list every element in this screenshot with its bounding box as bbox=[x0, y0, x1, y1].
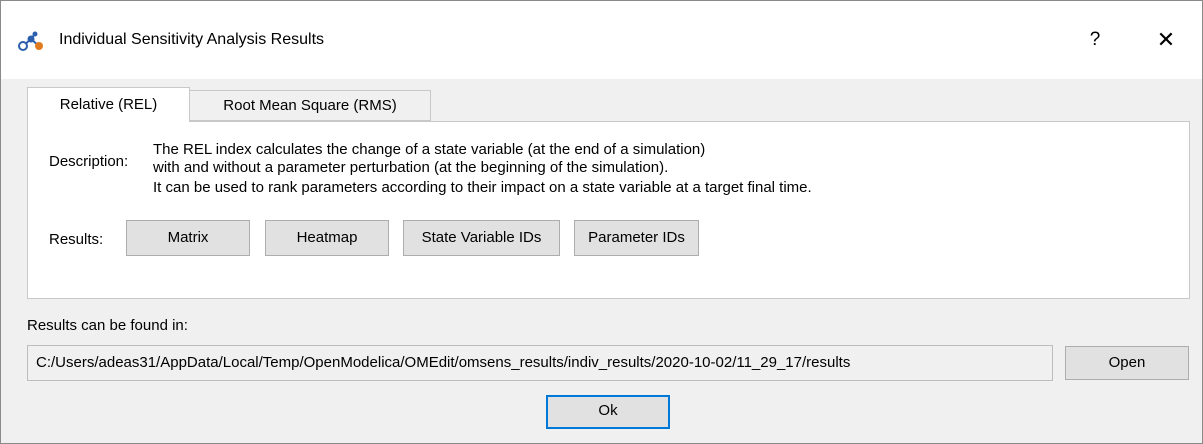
description-line: The REL index calculates the change of a… bbox=[153, 141, 706, 158]
help-button[interactable]: ? bbox=[1075, 23, 1115, 57]
results-label: Results: bbox=[49, 231, 104, 248]
results-path-field[interactable]: C:/Users/adeas31/AppData/Local/Temp/Open… bbox=[27, 345, 1053, 381]
open-button[interactable]: Open bbox=[1065, 346, 1189, 380]
description-label: Description: bbox=[49, 153, 129, 170]
description-line: It can be used to rank parameters accord… bbox=[153, 179, 812, 196]
close-button[interactable]: ✕ bbox=[1143, 23, 1189, 57]
tab-rms[interactable]: Root Mean Square (RMS) bbox=[189, 90, 431, 121]
network-nodes-icon bbox=[18, 31, 43, 51]
ok-button[interactable]: Ok bbox=[546, 395, 670, 429]
results-location-label: Results can be found in: bbox=[27, 317, 188, 334]
title-bar: Individual Sensitivity Analysis Results … bbox=[1, 1, 1202, 79]
description-line: with and without a parameter perturbatio… bbox=[153, 159, 669, 176]
parameter-ids-button[interactable]: Parameter IDs bbox=[574, 220, 699, 256]
tab-rel[interactable]: Relative (REL) bbox=[27, 87, 190, 122]
window-title: Individual Sensitivity Analysis Results bbox=[59, 31, 325, 48]
matrix-button[interactable]: Matrix bbox=[126, 220, 250, 256]
state-variable-ids-button[interactable]: State Variable IDs bbox=[403, 220, 560, 256]
dialog-window: Individual Sensitivity Analysis Results … bbox=[0, 0, 1203, 444]
heatmap-button[interactable]: Heatmap bbox=[265, 220, 389, 256]
